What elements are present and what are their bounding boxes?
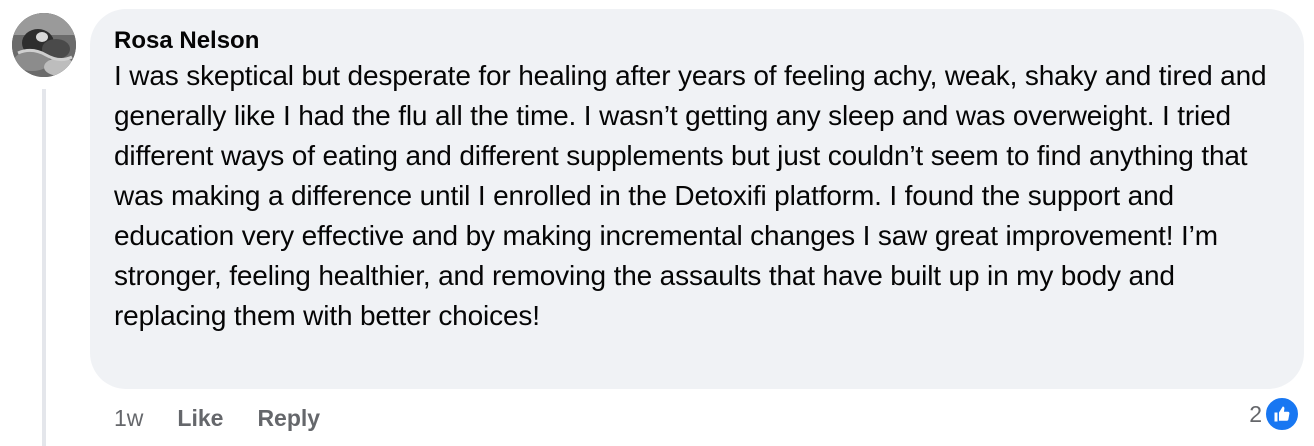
- like-button[interactable]: Like: [177, 403, 223, 433]
- like-icon: [1264, 396, 1300, 432]
- comment-timestamp[interactable]: 1w: [114, 403, 143, 433]
- reply-button[interactable]: Reply: [257, 403, 320, 433]
- avatar-photo-icon: [12, 13, 76, 77]
- reaction-summary[interactable]: 2: [1249, 396, 1300, 432]
- comment-container: Rosa Nelson I was skeptical but desperat…: [0, 0, 1314, 446]
- comment-author[interactable]: Rosa Nelson: [114, 26, 1284, 56]
- comment-text: I was skeptical but desperate for healin…: [114, 60, 1267, 331]
- thumbs-up-icon: [1274, 406, 1290, 422]
- thread-line: [42, 89, 46, 446]
- comment-actions: 1w Like Reply: [114, 403, 320, 433]
- avatar[interactable]: [12, 13, 76, 77]
- comment-bubble: Rosa Nelson I was skeptical but desperat…: [90, 9, 1304, 389]
- reaction-count: 2: [1249, 401, 1262, 427]
